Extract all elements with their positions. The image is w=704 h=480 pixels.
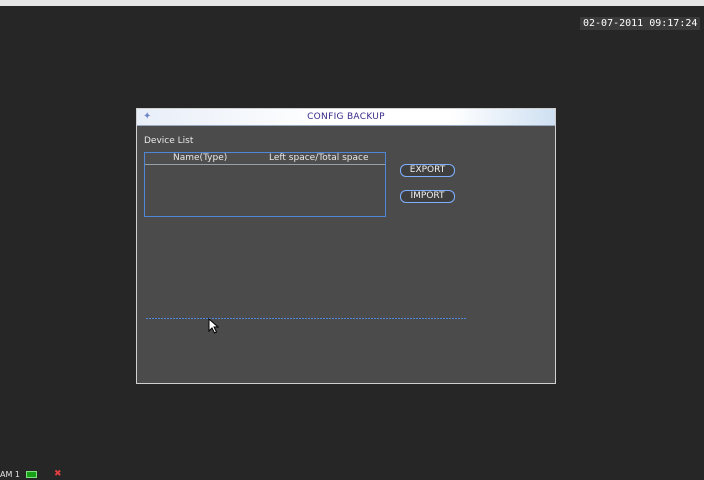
device-list[interactable]: Name(Type) Left space/Total space <box>144 152 386 217</box>
dialog-titlebar: ✦ CONFIG BACKUP <box>137 109 555 126</box>
device-list-label: Device List <box>144 136 194 146</box>
camera-label: AM 1 <box>0 470 21 479</box>
top-bar <box>0 0 704 6</box>
record-indicator-icon <box>26 471 37 478</box>
column-header-name-type[interactable]: Name(Type) <box>173 153 227 164</box>
column-header-space[interactable]: Left space/Total space <box>269 153 369 164</box>
mouse-cursor-icon <box>208 318 220 334</box>
alarm-icon: ✖ <box>54 469 62 479</box>
config-backup-dialog: ✦ CONFIG BACKUP Device List Name(Type) L… <box>136 108 556 384</box>
timestamp: 02-07-2011 09:17:24 <box>580 17 701 30</box>
device-list-header: Name(Type) Left space/Total space <box>145 153 385 165</box>
import-button[interactable]: IMPORT <box>400 190 455 203</box>
backup-progress-bar <box>146 318 466 319</box>
export-button[interactable]: EXPORT <box>400 164 455 177</box>
dialog-title: CONFIG BACKUP <box>307 112 385 122</box>
